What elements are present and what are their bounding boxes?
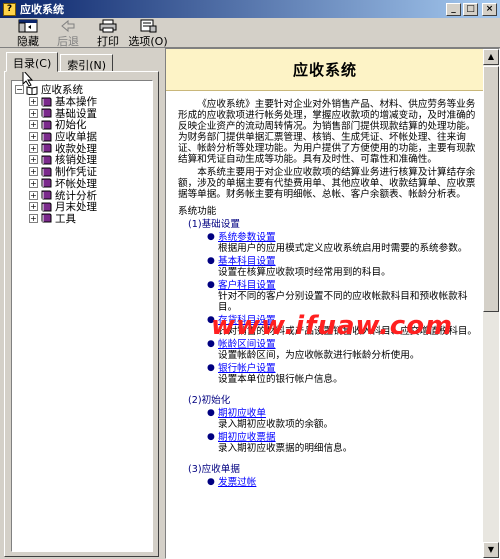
function-item: ● 系统参数设置 根据用户的应用模式定义应收系统启用时需要的系统参数。 (188, 232, 478, 254)
expand-icon[interactable]: + (29, 213, 38, 223)
bullet-icon: ● (207, 232, 215, 242)
back-arrow-icon (48, 19, 88, 33)
function-section: (1)基础设置 ● 系统参数设置 根据用户的应用模式定义应收系统启用时需要的系统参数。… (178, 219, 478, 385)
bullet-icon: ● (207, 477, 215, 487)
title-bar: ? 应收系统 _ □ × (0, 0, 500, 18)
function-item: ● 银行帐户设置 设置本单位的银行帐户信息。 (188, 363, 478, 385)
function-item: ● 期初应收单 录入期初应收款项的余额。 (188, 408, 478, 430)
back-button[interactable]: 后退 (48, 18, 88, 48)
tab-contents[interactable]: 目录(C) (6, 52, 59, 72)
scroll-thumb[interactable] (483, 66, 499, 312)
tree-item[interactable]: + 月末处理 (15, 201, 152, 213)
closed-book-icon (40, 132, 52, 142)
expand-icon[interactable]: + (29, 155, 38, 165)
options-button[interactable]: 选项(O) (128, 18, 168, 48)
bullet-icon: ● (207, 256, 215, 266)
closed-book-icon (40, 97, 52, 107)
function-section: (2)初始化 ● 期初应收单 录入期初应收款项的余额。 ● 期初应收票据 录入期初应收票据的… (178, 395, 478, 454)
functions-heading: 系统功能 (178, 206, 217, 217)
expand-icon[interactable]: + (29, 202, 38, 212)
function-item: ● 发票过帐 (188, 477, 478, 488)
bullet-icon: ● (207, 432, 215, 442)
tab-panel: − 应收系统 + 基本操作 + 基础设置 + 初始化 + 应收单据 + 收款处理 + 核销处理 + 制作凭… (4, 71, 159, 557)
tree-item-label: 工具 (55, 212, 76, 225)
expand-icon[interactable]: + (29, 120, 38, 130)
section-title: (2)初始化 (188, 395, 231, 406)
printer-icon (88, 19, 128, 33)
options-label: 选项(O) (128, 35, 168, 48)
topic-link[interactable]: 系统参数设置 (218, 232, 276, 243)
topic-header: 应收系统 (166, 49, 484, 91)
topic-description: 设置在核算应收款项时经常用到的科目。 (218, 267, 391, 278)
closed-book-icon (40, 190, 52, 200)
close-button[interactable]: × (482, 2, 497, 16)
topic-link[interactable]: 发票过帐 (218, 477, 256, 488)
page-title: 应收系统 (292, 61, 357, 79)
expand-icon[interactable]: + (29, 97, 38, 107)
expand-icon[interactable]: + (29, 190, 38, 200)
bullet-icon: ● (207, 280, 215, 290)
function-item: ● 基本科目设置 设置在核算应收款项时经常用到的科目。 (188, 256, 478, 278)
topic-body: 《应收系统》主要针对企业对外销售产品、材料、供应劳务等业务形成的应收款项进行帐务… (178, 99, 478, 488)
navigation-pane: 目录(C) 索引(N) − 应收系统 + 基本操作 + 基础设置 + 初始化 + 应收单据 + 收… (0, 48, 162, 559)
topic-link[interactable]: 基本科目设置 (218, 256, 276, 267)
topic-link[interactable]: 期初应收单 (218, 408, 266, 419)
topic-link[interactable]: 客户科目设置 (218, 280, 276, 291)
topic-description: 设置本单位的银行帐户信息。 (218, 374, 343, 385)
scroll-down-button[interactable]: ▼ (483, 542, 499, 558)
function-section: (3)应收单据 ● 发票过帐 (178, 464, 478, 488)
topic-description: 录入期初应收款项的余额。 (218, 419, 334, 430)
topic-description: 录入期初应收票据的明细信息。 (218, 443, 353, 454)
contents-tree[interactable]: − 应收系统 + 基本操作 + 基础设置 + 初始化 + 应收单据 + 收款处理 + 核销处理 + 制作凭… (11, 80, 153, 552)
print-label: 打印 (97, 35, 119, 48)
back-label: 后退 (57, 35, 79, 48)
closed-book-icon (40, 155, 52, 165)
closed-book-icon (40, 108, 52, 118)
nav-tabs: 目录(C) 索引(N) (6, 52, 115, 72)
options-icon (128, 19, 168, 33)
closed-book-icon (40, 213, 52, 223)
toolbar: 隐藏 后退 打印 选项(O) (0, 18, 500, 48)
expand-icon[interactable]: + (29, 108, 38, 118)
expand-icon[interactable]: + (29, 167, 38, 177)
closed-book-icon (40, 178, 52, 188)
print-button[interactable]: 打印 (88, 18, 128, 48)
closed-book-icon (40, 202, 52, 212)
topic-description: 针对不同的客户分别设置不同的应收帐款科目和预收帐款科目。 (218, 291, 468, 313)
app-help-icon: ? (3, 2, 16, 16)
help-topic: 应收系统 《应收系统》主要针对企业对外销售产品、材料、供应劳务等业务形成的应收款… (166, 49, 484, 558)
expand-icon[interactable]: + (29, 143, 38, 153)
closed-book-icon (40, 143, 52, 153)
watermark-text: www.ifuaw.com (211, 311, 454, 341)
tab-index[interactable]: 索引(N) (60, 54, 114, 72)
minimize-button[interactable]: _ (446, 2, 461, 16)
tree-item[interactable]: + 工具 (15, 213, 152, 225)
hide-label: 隐藏 (17, 35, 39, 48)
section-title: (1)基础设置 (188, 219, 240, 230)
function-item: ● 期初应收票据 录入期初应收票据的明细信息。 (188, 432, 478, 454)
bullet-icon: ● (207, 408, 215, 418)
topic-description: 设置帐龄区间，为应收帐款进行帐龄分析使用。 (218, 350, 420, 361)
topic-link[interactable]: 银行帐户设置 (218, 363, 276, 374)
topic-link[interactable]: 期初应收票据 (218, 432, 276, 443)
expand-icon[interactable]: + (29, 178, 38, 188)
window-title: 应收系统 (20, 3, 64, 16)
section-title: (3)应收单据 (188, 464, 240, 475)
scroll-up-button[interactable]: ▲ (483, 49, 499, 65)
intro-paragraph-1: 《应收系统》主要针对企业对外销售产品、材料、供应劳务等业务形成的应收款项进行帐务… (178, 99, 476, 165)
topic-description: 根据用户的应用模式定义应收系统启用时需要的系统参数。 (218, 243, 468, 254)
bullet-icon: ● (207, 363, 215, 373)
hide-icon (8, 19, 48, 33)
vertical-scrollbar[interactable]: ▲ ▼ (483, 49, 499, 558)
intro-paragraph-2: 本系统主要用于对企业应收款项的结算业务进行核算及计算结存余额，涉及的单据主要有代… (178, 167, 476, 200)
expand-icon[interactable]: + (29, 132, 38, 142)
closed-book-icon (40, 167, 52, 177)
hide-button[interactable]: 隐藏 (8, 18, 48, 48)
closed-book-icon (40, 120, 52, 130)
content-pane: 应收系统 《应收系统》主要针对企业对外销售产品、材料、供应劳务等业务形成的应收款… (165, 48, 500, 559)
function-item: ● 客户科目设置 针对不同的客户分别设置不同的应收帐款科目和预收帐款科目。 (188, 280, 478, 313)
maximize-button[interactable]: □ (463, 2, 478, 16)
function-item: ● 帐龄区间设置 设置帐龄区间，为应收帐款进行帐龄分析使用。 (188, 339, 478, 361)
